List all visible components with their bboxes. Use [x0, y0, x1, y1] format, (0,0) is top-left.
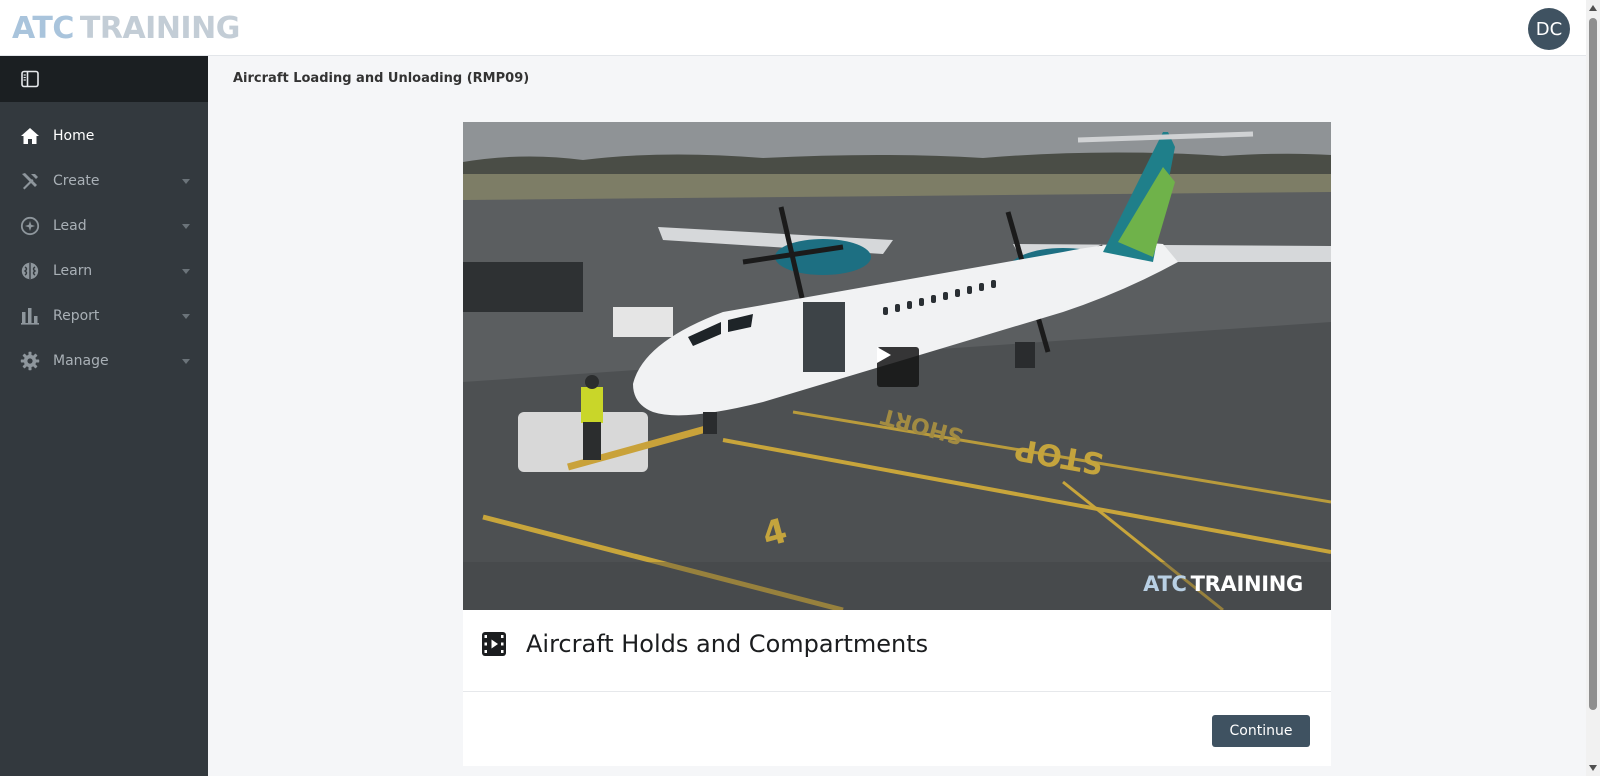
- sidebar-item-learn[interactable]: Learn: [0, 248, 208, 293]
- sidebar-item-lead[interactable]: Lead: [0, 203, 208, 248]
- sidebar-item-label: Learn: [53, 262, 93, 279]
- sidebar-item-label: Report: [53, 307, 100, 324]
- top-bar: ATC TRAINING DC: [0, 0, 1586, 56]
- sidebar-item-report[interactable]: Report: [0, 293, 208, 338]
- page-scrollbar[interactable]: [1586, 0, 1600, 776]
- compass-icon: [20, 216, 40, 236]
- chevron-down-icon: [182, 358, 190, 364]
- lesson-title: Aircraft Holds and Compartments: [526, 630, 929, 658]
- tools-icon: [20, 171, 40, 191]
- film-icon: [482, 632, 506, 656]
- play-button[interactable]: [877, 347, 919, 387]
- sidebar-item-label: Create: [53, 172, 100, 189]
- logo-part-2: TRAINING: [79, 11, 240, 46]
- scroll-up-icon[interactable]: [1589, 5, 1597, 11]
- sidebar-item-label: Home: [53, 128, 95, 144]
- sidebar-item-create[interactable]: Create: [0, 158, 208, 203]
- video-player[interactable]: STOP SHORT 4 ATC TRAINING: [463, 122, 1331, 610]
- sidebar-nav: Home Create Lead Learn Report Manage: [0, 102, 208, 383]
- sidebar-item-manage[interactable]: Manage: [0, 338, 208, 383]
- sidebar-toggle-icon[interactable]: [21, 70, 39, 88]
- continue-button[interactable]: Continue: [1212, 715, 1310, 747]
- brand-logo[interactable]: ATC TRAINING: [12, 12, 240, 46]
- video-watermark: ATC TRAINING: [1143, 572, 1303, 596]
- lesson-header: Aircraft Holds and Compartments: [463, 610, 1331, 692]
- chevron-down-icon: [182, 313, 190, 319]
- logo-part-1: ATC: [12, 11, 74, 46]
- sidebar-header: [0, 56, 208, 102]
- main-content: Aircraft Loading and Unloading (RMP09) S…: [208, 56, 1586, 776]
- bar-chart-icon: [20, 306, 40, 326]
- home-icon: [20, 126, 40, 146]
- sidebar-item-label: Manage: [53, 352, 109, 369]
- watermark-part-1: ATC: [1143, 572, 1187, 596]
- chevron-down-icon: [182, 178, 190, 184]
- scroll-thumb[interactable]: [1589, 18, 1597, 710]
- chevron-down-icon: [182, 268, 190, 274]
- chevron-down-icon: [182, 223, 190, 229]
- brain-icon: [20, 261, 40, 281]
- gear-icon: [20, 351, 40, 371]
- watermark-part-2: TRAINING: [1190, 572, 1304, 596]
- lesson-card: STOP SHORT 4 ATC TRAINING Aircraft Holds…: [463, 122, 1331, 766]
- play-icon: [877, 347, 891, 363]
- sidebar-item-label: Lead: [53, 217, 87, 234]
- sidebar-item-home[interactable]: Home: [0, 116, 208, 156]
- sidebar: Home Create Lead Learn Report Manage: [0, 56, 208, 776]
- scroll-down-icon[interactable]: [1589, 765, 1597, 771]
- breadcrumb: Aircraft Loading and Unloading (RMP09): [233, 71, 530, 86]
- user-avatar[interactable]: DC: [1528, 8, 1570, 50]
